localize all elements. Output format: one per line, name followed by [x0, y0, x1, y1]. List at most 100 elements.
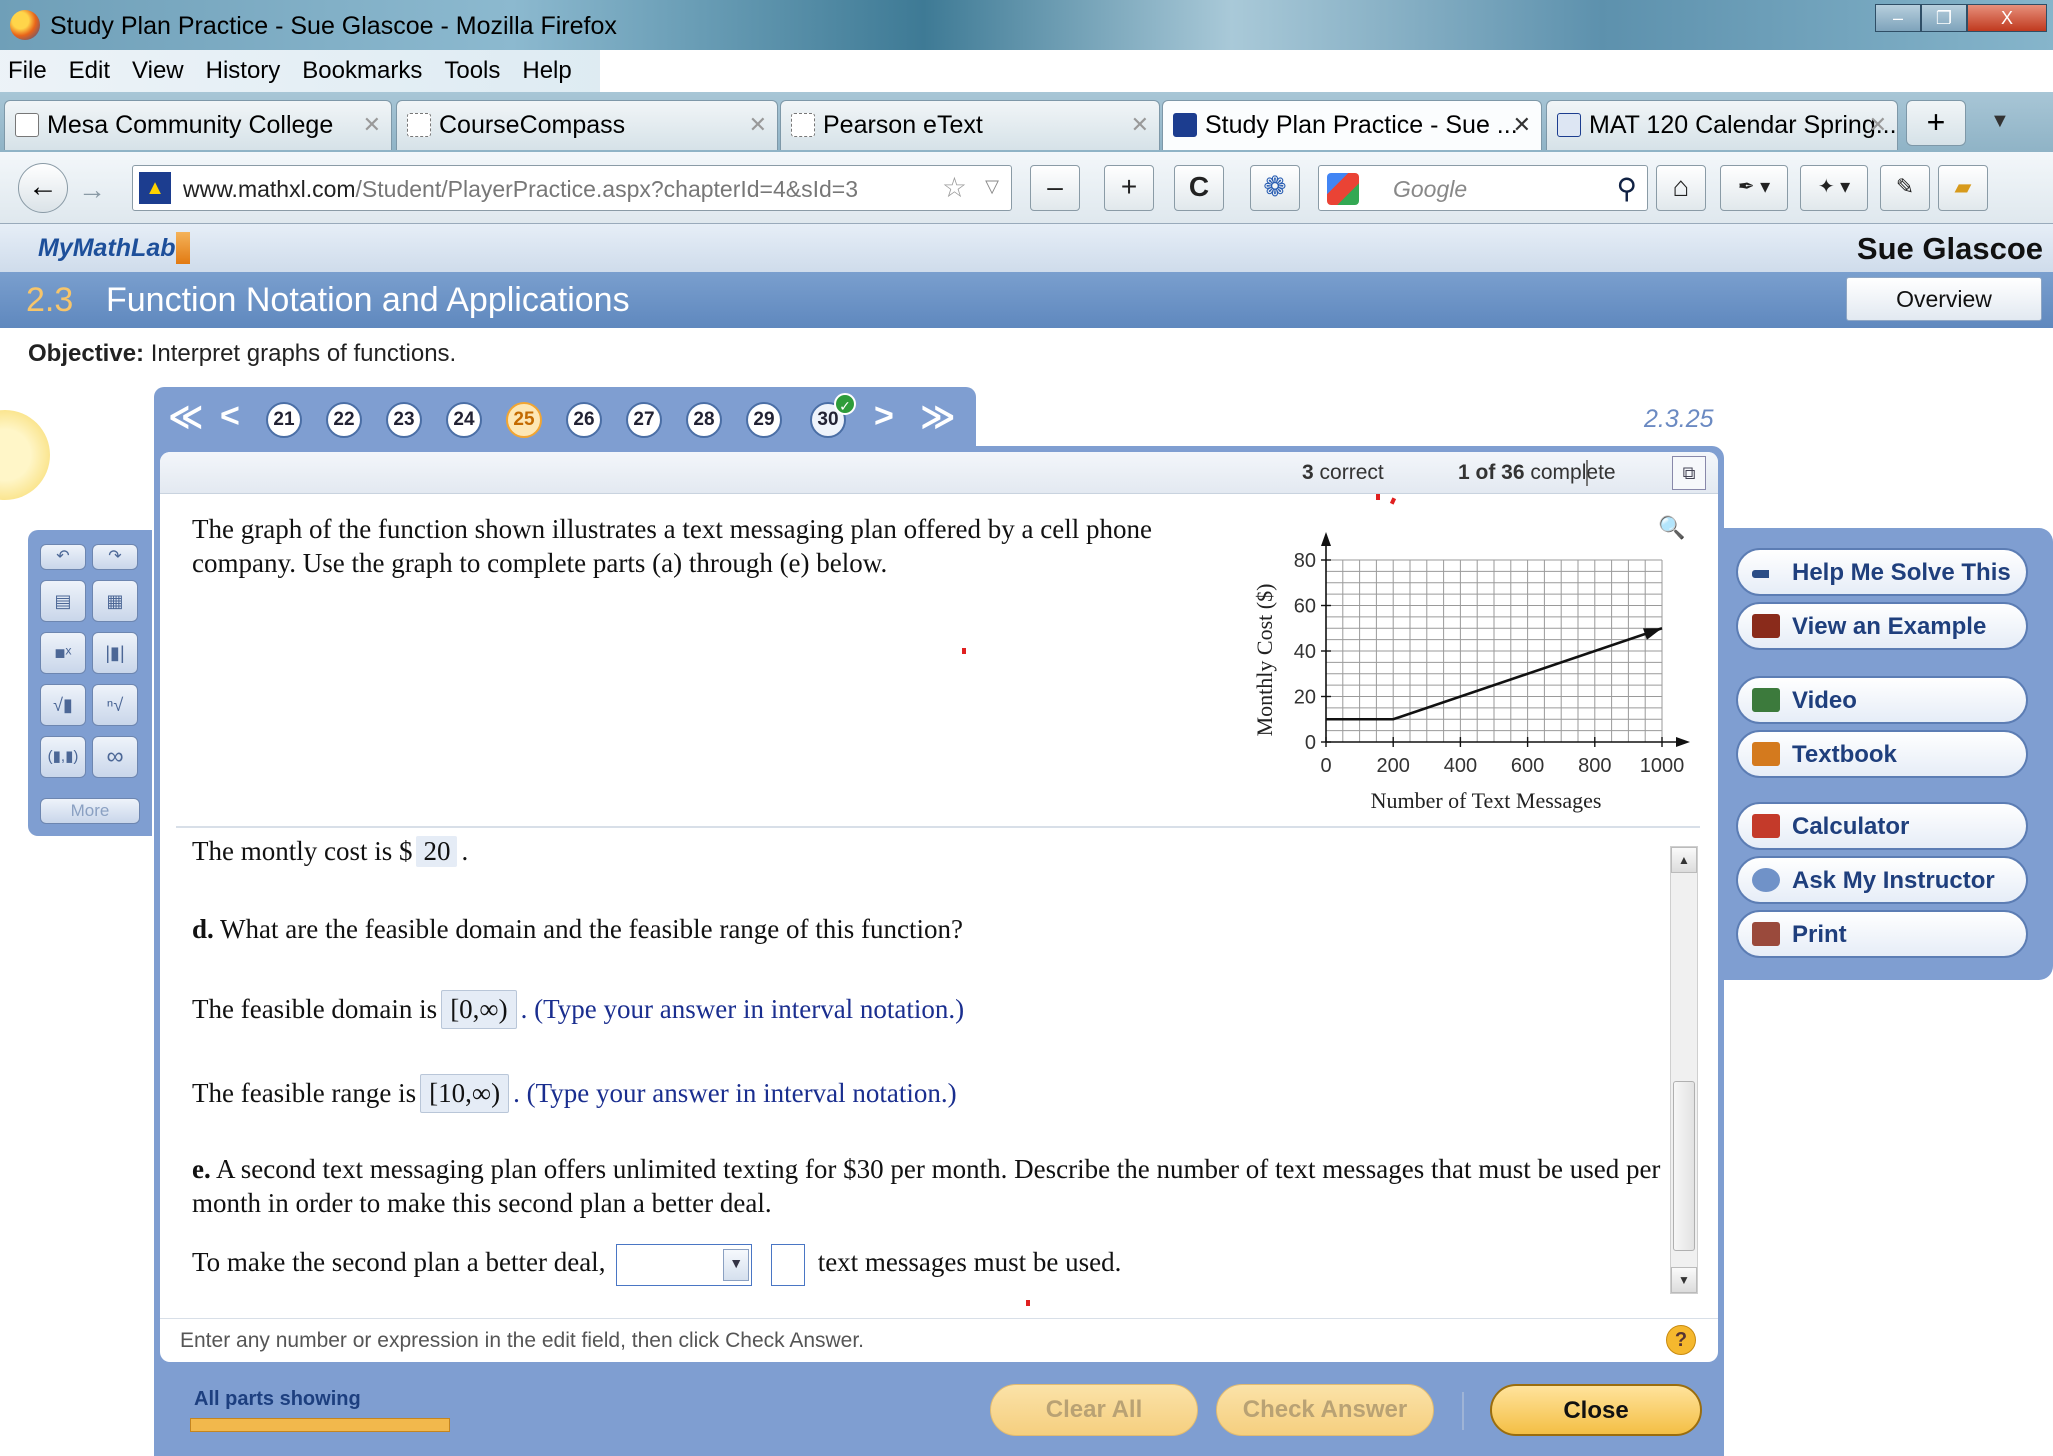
mymathlab-header: MyMathLab Sue Glascoe [0, 224, 2053, 272]
tab-pearson-etext[interactable]: Pearson eText ✕ [780, 100, 1160, 150]
question-23[interactable]: 23 [386, 402, 422, 438]
redo-icon[interactable]: ↷ [92, 544, 138, 570]
url-history-dropdown-icon[interactable]: ▽ [985, 176, 999, 197]
objective: Objective: Interpret graphs of functions… [28, 340, 456, 368]
help-question-icon[interactable]: ? [1666, 1325, 1696, 1355]
forward-button[interactable]: → [78, 174, 106, 206]
clear-all-button[interactable]: Clear All [990, 1384, 1198, 1436]
previous-question-icon[interactable]: < [220, 397, 240, 436]
more-button[interactable]: More [40, 798, 140, 824]
view-an-example-button[interactable]: View an Example [1736, 602, 2028, 650]
question-22[interactable]: 22 [326, 402, 362, 438]
scroll-up-icon[interactable]: ▲ [1671, 847, 1697, 873]
question-id: 2.3.25 [1644, 405, 1714, 433]
tab-study-plan-practice[interactable]: Study Plan Practice - Sue ... ✕ [1162, 100, 1542, 150]
answer-scroll-area[interactable]: The montly cost is $20. d. What are the … [176, 830, 1666, 1300]
parts-label[interactable]: All parts showing [194, 1388, 361, 1411]
first-question-icon[interactable]: ≪ [168, 397, 204, 437]
zoom-out-button[interactable]: – [1030, 165, 1080, 211]
search-icon[interactable]: ⚲ [1616, 172, 1637, 205]
close-tab-icon[interactable]: ✕ [1131, 112, 1149, 138]
close-tab-icon[interactable]: ✕ [363, 112, 381, 138]
question-29[interactable]: 29 [746, 402, 782, 438]
highlighter-icon[interactable]: ✎ [1880, 165, 1930, 211]
interval-hint: . (Type your answer in interval notation… [520, 994, 965, 1024]
y-tick-label: 20 [1294, 687, 1316, 709]
menu-tools[interactable]: Tools [444, 57, 500, 85]
section-number: 2.3 [26, 281, 74, 319]
menu-bookmarks[interactable]: Bookmarks [302, 57, 422, 85]
question-25-current[interactable]: 25 [506, 402, 542, 438]
vertical-scrollbar[interactable]: ▲ ▼ [1670, 846, 1698, 1294]
addon-icon[interactable]: ❁ [1250, 165, 1300, 211]
undo-icon[interactable]: ↶ [40, 544, 86, 570]
exponent-icon[interactable]: ■ˣ [40, 632, 86, 674]
comparison-dropdown[interactable]: ▼ [616, 1244, 753, 1286]
mixed-number-icon[interactable]: ▦ [92, 580, 138, 622]
calculator-button[interactable]: Calculator [1736, 802, 2028, 850]
overview-button[interactable]: Overview [1846, 277, 2042, 321]
zoom-in-button[interactable]: + [1104, 165, 1154, 211]
close-window-button[interactable]: X [1967, 4, 2047, 32]
home-button[interactable]: ⌂ [1656, 165, 1706, 211]
reload-button[interactable]: C [1174, 165, 1224, 211]
calculator-icon [1752, 814, 1780, 838]
question-27[interactable]: 27 [626, 402, 662, 438]
square-root-icon[interactable]: √▮ [40, 684, 86, 726]
pen-tool-button[interactable]: ✒ ▾ [1720, 165, 1788, 211]
interval-icon[interactable]: (▮,▮) [40, 736, 86, 778]
absolute-value-icon[interactable]: |▮| [92, 632, 138, 674]
menu-help[interactable]: Help [522, 57, 571, 85]
maximize-button[interactable]: ❐ [1921, 4, 1967, 32]
nth-root-icon[interactable]: ⁿ√ [92, 684, 138, 726]
tab-list-dropdown-icon[interactable]: ▼ [1990, 110, 2010, 133]
scroll-thumb[interactable] [1673, 1081, 1695, 1251]
minimize-button[interactable]: – [1875, 4, 1921, 32]
tab-label: Pearson eText [823, 111, 983, 139]
google-search-engine-icon[interactable] [1327, 173, 1359, 205]
folder-icon[interactable]: ▰ [1938, 165, 1988, 211]
next-question-icon[interactable]: > [874, 397, 894, 436]
close-tab-icon[interactable]: ✕ [1869, 112, 1887, 138]
text-messages-input[interactable] [770, 1244, 805, 1286]
question-21[interactable]: 21 [266, 402, 302, 438]
tab-coursecompass[interactable]: CourseCompass ✕ [396, 100, 778, 150]
infinity-icon[interactable]: ∞ [92, 736, 138, 778]
bookmark-star-icon[interactable]: ☆ [942, 171, 967, 204]
print-button[interactable]: Print [1736, 910, 2028, 958]
check-answer-button[interactable]: Check Answer [1216, 1384, 1434, 1436]
question-24[interactable]: 24 [446, 402, 482, 438]
close-tab-icon[interactable]: ✕ [1513, 112, 1531, 138]
window-titlebar: Study Plan Practice - Sue Glascoe - Mozi… [0, 0, 2053, 50]
video-button[interactable]: Video [1736, 676, 2028, 724]
graph-divider [176, 826, 1700, 828]
fraction-icon[interactable]: ▤ [40, 580, 86, 622]
film-icon [1752, 688, 1780, 712]
site-identity-icon[interactable]: ▲ [139, 172, 171, 204]
last-question-icon[interactable]: ≫ [920, 397, 956, 437]
menu-file[interactable]: File [8, 57, 47, 85]
tab-mat120-calendar[interactable]: MAT 120 Calendar Spring... ✕ [1546, 100, 1898, 150]
url-bar[interactable]: ▲ www.mathxl.com/Student/PlayerPractice.… [132, 165, 1012, 211]
question-28[interactable]: 28 [686, 402, 722, 438]
question-26[interactable]: 26 [566, 402, 602, 438]
textbook-button[interactable]: Textbook [1736, 730, 2028, 778]
menu-history[interactable]: History [206, 57, 281, 85]
dropdown-arrow-icon[interactable]: ▼ [723, 1249, 750, 1281]
search-box[interactable]: Google ⚲ [1318, 165, 1648, 211]
scroll-down-icon[interactable]: ▼ [1671, 1267, 1697, 1293]
new-tab-button[interactable]: + [1906, 100, 1966, 146]
ask-my-instructor-button[interactable]: Ask My Instructor [1736, 856, 2028, 904]
expand-window-icon[interactable]: ⧉ [1672, 456, 1706, 490]
url-text[interactable]: www.mathxl.com/Student/PlayerPractice.as… [183, 176, 858, 203]
part-c-answer-line: The montly cost is $20. [192, 836, 469, 867]
menu-edit[interactable]: Edit [69, 57, 110, 85]
close-tab-icon[interactable]: ✕ [749, 112, 767, 138]
help-me-solve-this-button[interactable]: Help Me Solve This [1736, 548, 2028, 596]
extension-tool-button[interactable]: ✦ ▾ [1800, 165, 1868, 211]
close-button[interactable]: Close [1490, 1384, 1702, 1436]
back-button[interactable]: ← [18, 163, 68, 213]
tab-mesa-community-college[interactable]: Mesa Community College ✕ [4, 100, 392, 150]
menu-view[interactable]: View [132, 57, 184, 85]
y-axis-arrow [1321, 532, 1331, 546]
